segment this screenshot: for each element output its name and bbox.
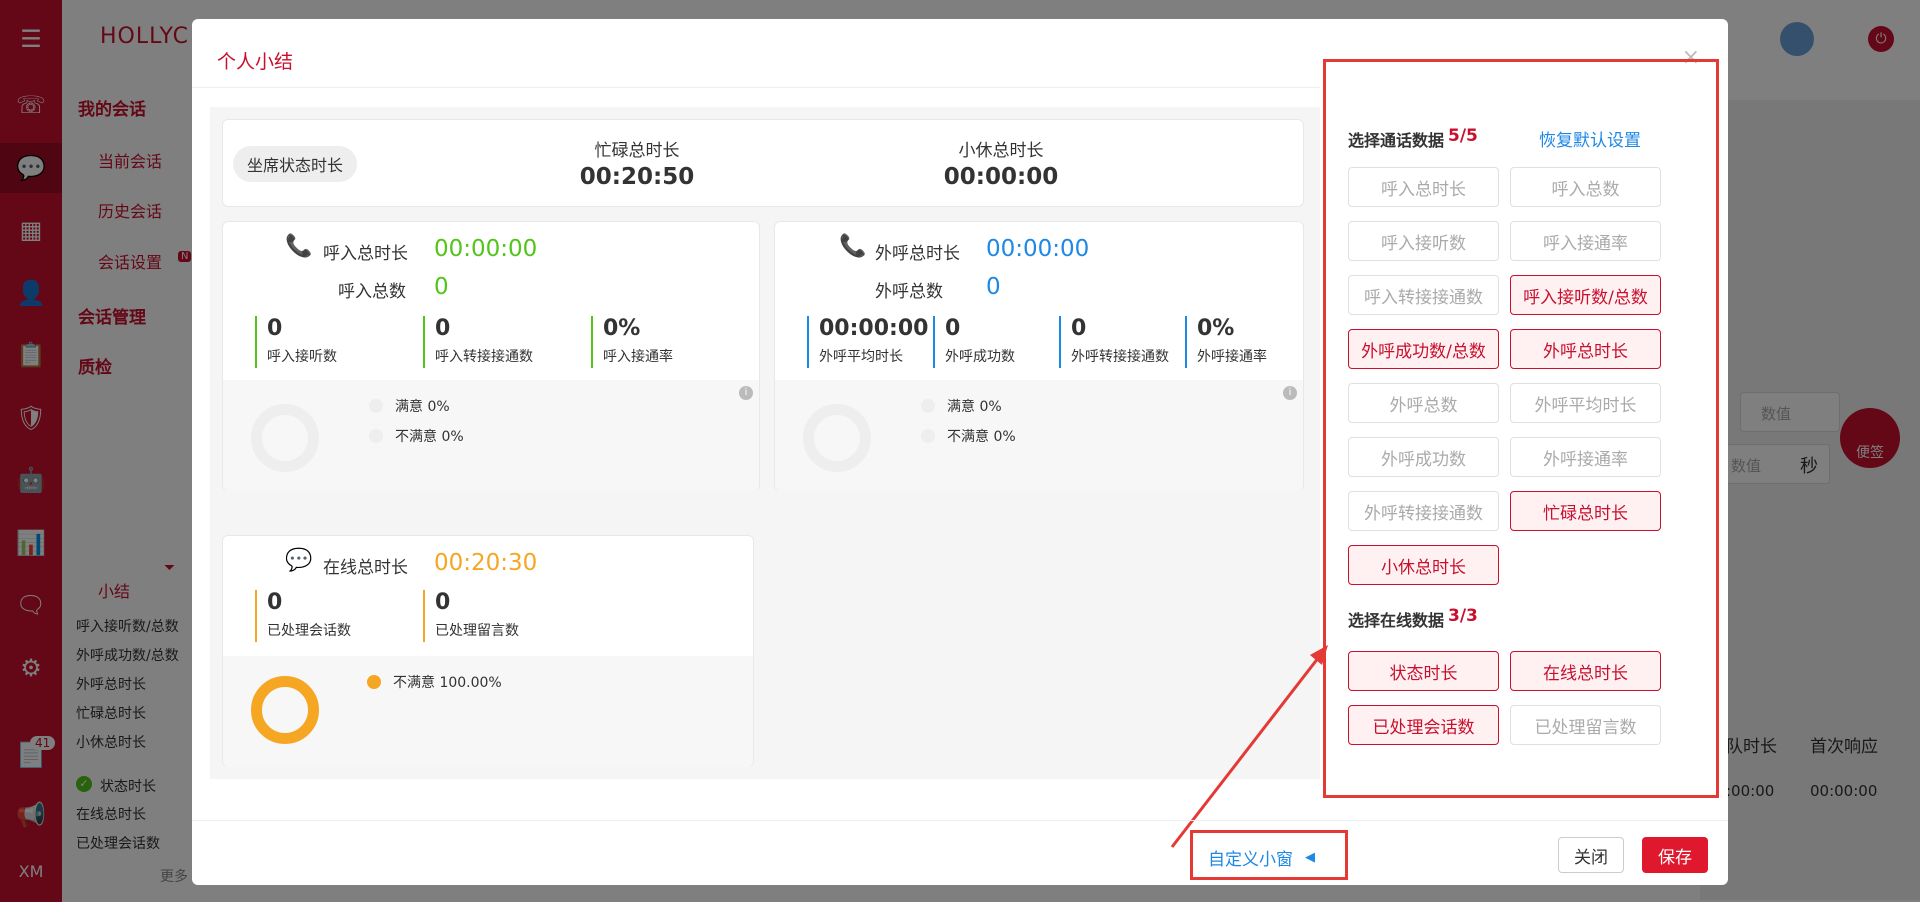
agent-status-pill: 坐席状态时长	[233, 146, 358, 182]
inbound-total-label: 呼入总时长	[323, 244, 408, 264]
phone-inbound-icon: 📞	[285, 234, 313, 259]
highlight-box	[1323, 59, 1719, 798]
satisfaction-area: 满意 0% 不满意 0% i	[223, 380, 759, 491]
satisfaction-area: 不满意 100.00%	[223, 656, 753, 767]
phone-outbound-icon: 📞	[839, 234, 867, 259]
busy-total-label: 忙碌总时长	[594, 141, 680, 161]
info-icon[interactable]: i	[1283, 386, 1297, 400]
satisfaction-ring	[251, 676, 319, 744]
metric-handled-sessions: 0 已处理会话数	[255, 590, 351, 642]
summary-preview: 坐席状态时长 忙碌总时长 00:20:50 小休总时长 00:00:00 📞 呼…	[210, 107, 1320, 779]
rest-total-value: 00:00:00	[943, 164, 1059, 190]
metric-outbound-rate: 0% 外呼接通率	[1185, 316, 1267, 368]
legend-satisfied: 满意 0%	[369, 396, 450, 416]
satisfaction-area: 满意 0% 不满意 0% i	[775, 380, 1303, 491]
legend-unsatisfied: 不满意 0%	[921, 426, 1016, 446]
close-button[interactable]: 关闭	[1558, 837, 1624, 873]
online-card: 💬 在线总时长 00:20:30 0 已处理会话数 0 已处理留言数 不满意 100…	[222, 535, 754, 767]
divider	[192, 820, 1728, 821]
customize-label: 自定义小窗	[1208, 850, 1293, 870]
metric-inbound-transfer: 0 呼入转接接通数	[423, 316, 533, 368]
outbound-total-value: 00:00:00	[986, 236, 1090, 262]
metric-outbound-transfer: 0 外呼转接接通数	[1059, 316, 1169, 368]
legend-unsatisfied: 不满意 0%	[369, 426, 464, 446]
info-icon[interactable]: i	[739, 386, 753, 400]
satisfaction-ring	[251, 404, 319, 472]
agent-status-card: 坐席状态时长 忙碌总时长 00:20:50 小休总时长 00:00:00	[222, 119, 1304, 207]
online-total-value: 00:20:30	[434, 550, 538, 576]
inbound-count-value: 0	[434, 274, 449, 300]
online-total-label: 在线总时长	[323, 558, 408, 578]
metric-inbound-rate: 0% 呼入接通率	[591, 316, 673, 368]
chat-bubble-icon: 💬	[285, 548, 313, 573]
metric-outbound-success: 0 外呼成功数	[933, 316, 1015, 368]
outbound-count-label: 外呼总数	[875, 282, 943, 302]
busy-total-value: 00:20:50	[579, 164, 695, 190]
caret-left-icon: ◀	[1305, 850, 1315, 865]
legend-satisfied: 满意 0%	[921, 396, 1002, 416]
modal-title: 个人小结	[217, 51, 294, 73]
metric-inbound-answered: 0 呼入接听数	[255, 316, 337, 368]
save-button[interactable]: 保存	[1642, 837, 1708, 873]
rest-total-label: 小休总时长	[958, 141, 1044, 161]
satisfaction-ring	[803, 404, 871, 472]
inbound-count-label: 呼入总数	[338, 282, 406, 302]
legend-unsatisfied: 不满意 100.00%	[367, 672, 502, 692]
metric-handled-messages: 0 已处理留言数	[423, 590, 519, 642]
annotation-arrow	[1170, 645, 1328, 848]
outbound-card: 📞 外呼总时长 00:00:00 外呼总数 0 00:00:00 外呼平均时长 0…	[774, 221, 1304, 491]
outbound-total-label: 外呼总时长	[875, 244, 960, 264]
metric-outbound-avg: 00:00:00 外呼平均时长	[807, 316, 928, 368]
outbound-count-value: 0	[986, 274, 1001, 300]
inbound-total-value: 00:00:00	[434, 236, 538, 262]
customize-widget-toggle[interactable]: 自定义小窗 ◀	[1208, 845, 1315, 870]
personal-summary-modal: 个人小结 × 坐席状态时长 忙碌总时长 00:20:50 小休总时长 00:00…	[192, 19, 1728, 885]
inbound-card: 📞 呼入总时长 00:00:00 呼入总数 0 0 呼入接听数 0 呼入转接接通数 …	[222, 221, 760, 491]
